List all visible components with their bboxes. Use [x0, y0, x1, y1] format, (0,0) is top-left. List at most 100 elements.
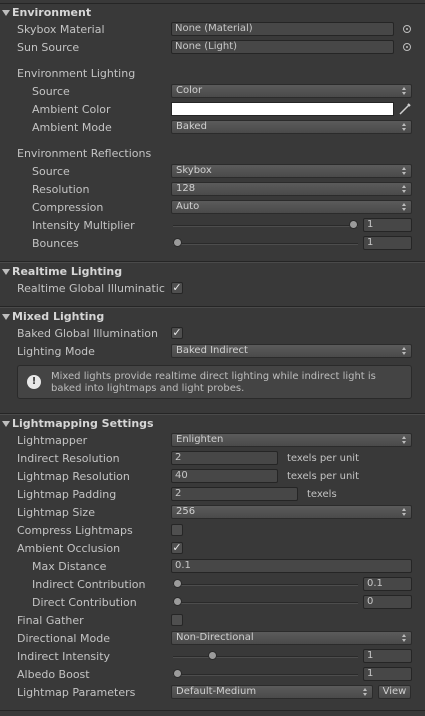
section-environment-header[interactable]: Environment — [0, 5, 425, 20]
resolution-dropdown[interactable]: 128 — [171, 182, 412, 196]
dropdown-arrows-icon — [402, 167, 407, 175]
indirect-resolution-row: Indirect Resolution 2 texels per unit — [0, 450, 425, 468]
lightmap-size-row: Lightmap Size 256 — [0, 504, 425, 522]
baked-gi-row: Baked Global Illumination ✓ — [0, 325, 425, 343]
indirect-intensity-row: Indirect Intensity 1 — [0, 648, 425, 666]
indirect-resolution-label: Indirect Resolution — [17, 452, 120, 465]
ambient-occlusion-checkbox[interactable]: ✓ — [171, 542, 183, 554]
sun-source-field[interactable]: None (Light) — [171, 40, 394, 54]
direct-contribution-row: Direct Contribution 0 — [0, 594, 425, 612]
skybox-material-label: Skybox Material — [17, 23, 105, 36]
indirect-resolution-unit: texels per unit — [287, 453, 359, 464]
indirect-contribution-value[interactable]: 0.1 — [363, 577, 412, 591]
baked-gi-checkbox[interactable]: ✓ — [171, 327, 183, 339]
albedo-boost-label: Albedo Boost — [17, 668, 90, 681]
foldout-arrow-icon[interactable] — [2, 10, 10, 16]
foldout-arrow-icon[interactable] — [2, 269, 10, 275]
compression-row: Compression Auto — [0, 199, 425, 217]
baked-gi-label: Baked Global Illumination — [17, 327, 158, 340]
dropdown-arrows-icon — [363, 688, 368, 696]
indirect-contribution-slider[interactable] — [173, 584, 358, 586]
mixed-lighting-help-box: ! Mixed lights provide realtime direct l… — [17, 365, 412, 399]
object-picker-icon[interactable] — [403, 25, 411, 33]
slider-knob[interactable] — [173, 579, 182, 588]
section-mixed-lighting-header[interactable]: Mixed Lighting — [0, 309, 425, 324]
compress-lightmaps-checkbox[interactable] — [171, 524, 183, 536]
slider-knob[interactable] — [173, 669, 182, 678]
max-distance-field[interactable]: 0.1 — [171, 559, 412, 573]
final-gather-label: Final Gather — [17, 614, 84, 627]
lightmap-size-dropdown[interactable]: 256 — [171, 505, 412, 519]
dropdown-arrows-icon — [402, 185, 407, 193]
intensity-multiplier-slider[interactable] — [173, 225, 358, 227]
source-row: Source Color — [0, 83, 425, 101]
skybox-material-field[interactable]: None (Material) — [171, 22, 394, 36]
bounces-slider[interactable] — [173, 243, 358, 245]
indirect-resolution-field[interactable]: 2 — [171, 451, 278, 465]
compress-lightmaps-row: Compress Lightmaps — [0, 522, 425, 540]
realtime-gi-row: Realtime Global Illuminatic ✓ — [0, 280, 425, 298]
foldout-arrow-icon[interactable] — [2, 421, 10, 427]
lightmap-padding-label: Lightmap Padding — [17, 488, 117, 501]
indirect-intensity-value[interactable]: 1 — [363, 649, 412, 663]
object-picker-icon[interactable] — [403, 43, 411, 51]
bounces-row: Bounces 1 — [0, 235, 425, 253]
ambient-mode-row: Ambient Mode Baked — [0, 119, 425, 137]
slider-knob[interactable] — [349, 220, 358, 229]
lightmap-resolution-row: Lightmap Resolution 40 texels per unit — [0, 468, 425, 486]
ambient-mode-dropdown[interactable]: Baked — [171, 120, 412, 134]
ambient-color-swatch[interactable] — [171, 102, 394, 116]
albedo-boost-slider[interactable] — [173, 674, 358, 676]
lightmap-size-label: Lightmap Size — [17, 506, 95, 519]
direct-contribution-value[interactable]: 0 — [363, 595, 412, 609]
ambient-mode-label: Ambient Mode — [32, 121, 112, 134]
source-dropdown[interactable]: Color — [171, 84, 412, 98]
dropdown-arrows-icon — [402, 203, 407, 211]
info-icon: ! — [27, 375, 41, 389]
lightmap-resolution-field[interactable]: 40 — [171, 469, 278, 483]
albedo-boost-row: Albedo Boost 1 — [0, 666, 425, 684]
albedo-boost-value[interactable]: 1 — [363, 667, 412, 681]
indirect-contribution-label: Indirect Contribution — [32, 578, 146, 591]
indirect-intensity-slider[interactable] — [173, 656, 358, 658]
directional-mode-row: Directional Mode Non-Directional — [0, 630, 425, 648]
lighting-mode-dropdown[interactable]: Baked Indirect — [171, 344, 412, 358]
bounces-label: Bounces — [32, 237, 79, 250]
lightmap-parameters-row: Lightmap Parameters Default-Medium View — [0, 684, 425, 702]
indirect-contribution-row: Indirect Contribution 0.1 — [0, 576, 425, 594]
lightmapper-dropdown[interactable]: Enlighten — [171, 433, 412, 447]
source-label: Source — [32, 85, 70, 98]
view-button[interactable]: View — [378, 685, 411, 699]
compression-dropdown[interactable]: Auto — [171, 200, 412, 214]
lighting-mode-label: Lighting Mode — [17, 345, 95, 358]
slider-knob[interactable] — [208, 651, 218, 660]
indirect-intensity-label: Indirect Intensity — [17, 650, 111, 663]
lightmap-padding-row: Lightmap Padding 2 texels — [0, 486, 425, 504]
sun-source-label: Sun Source — [17, 41, 80, 54]
resolution-label: Resolution — [32, 183, 90, 196]
dropdown-arrows-icon — [402, 634, 407, 642]
lightmap-parameters-dropdown[interactable]: Default-Medium — [171, 685, 373, 699]
dropdown-arrows-icon — [402, 436, 407, 444]
ambient-color-row: Ambient Color — [0, 101, 425, 119]
reflection-source-dropdown[interactable]: Skybox — [171, 164, 412, 178]
section-realtime-lighting-header[interactable]: Realtime Lighting — [0, 264, 425, 279]
max-distance-row: Max Distance 0.1 — [0, 558, 425, 576]
section-lightmapping-header[interactable]: Lightmapping Settings — [0, 416, 425, 431]
compress-lightmaps-label: Compress Lightmaps — [17, 524, 133, 537]
directional-mode-label: Directional Mode — [17, 632, 110, 645]
eyedropper-icon[interactable] — [398, 102, 412, 116]
slider-knob[interactable] — [173, 597, 182, 606]
directional-mode-dropdown[interactable]: Non-Directional — [171, 631, 412, 645]
intensity-multiplier-value[interactable]: 1 — [363, 218, 412, 232]
dropdown-arrows-icon — [402, 87, 407, 95]
direct-contribution-slider[interactable] — [173, 602, 358, 604]
realtime-gi-checkbox[interactable]: ✓ — [171, 282, 183, 294]
lightmap-padding-field[interactable]: 2 — [171, 487, 298, 501]
slider-knob[interactable] — [173, 238, 182, 247]
final-gather-checkbox[interactable] — [171, 614, 183, 626]
lightmap-resolution-unit: texels per unit — [287, 471, 359, 482]
resolution-row: Resolution 128 — [0, 181, 425, 199]
bounces-value[interactable]: 1 — [363, 236, 412, 250]
foldout-arrow-icon[interactable] — [2, 314, 10, 320]
